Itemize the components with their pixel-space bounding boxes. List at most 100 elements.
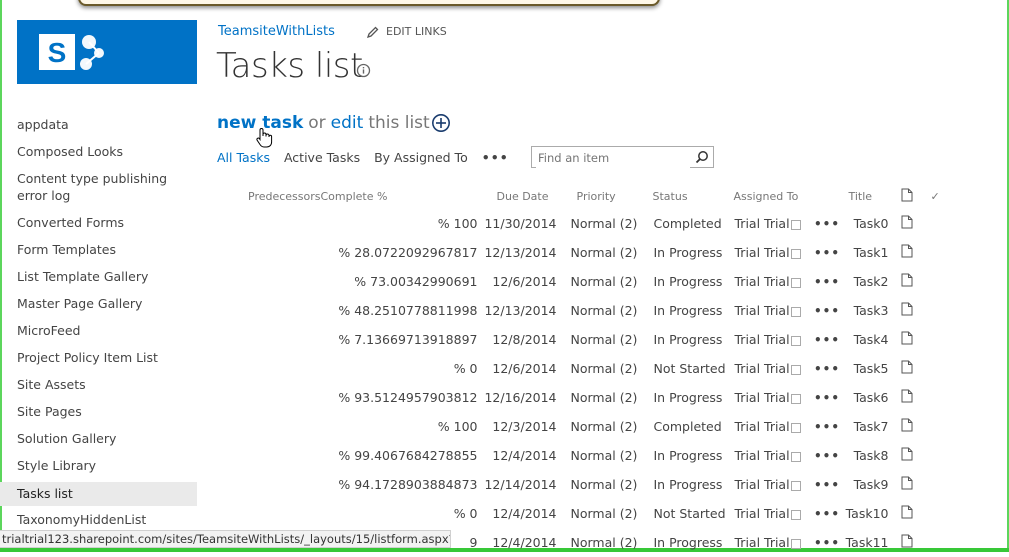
item-menu-button[interactable]: ••• [814, 246, 840, 260]
assigned-to-name[interactable]: Trial Trial [735, 419, 790, 434]
table-row[interactable]: % 99.4067684278855 12/4/2014 Normal (2) In … [218, 441, 956, 470]
assigned-to-name[interactable]: Trial Trial [735, 332, 790, 347]
add-circle-icon[interactable] [431, 113, 451, 133]
col-assigned-to[interactable]: Assigned To [728, 183, 812, 209]
sharepoint-logo[interactable]: S [17, 20, 197, 84]
col-priority[interactable]: Priority [567, 183, 647, 209]
assigned-to-cell[interactable]: Trial Trial [728, 325, 812, 354]
task-title-link[interactable]: Task4 [854, 332, 889, 347]
nav-item-microfeed[interactable]: MicroFeed [0, 320, 197, 347]
assigned-to-cell[interactable]: Trial Trial [728, 209, 812, 238]
row-select-cell[interactable] [931, 528, 956, 557]
table-row[interactable]: % 93.5124957903812 12/16/2014 Normal (2) In… [218, 383, 956, 412]
col-title[interactable]: Title [843, 183, 901, 209]
nav-item-appdata[interactable]: appdata [0, 114, 197, 141]
view-active-tasks[interactable]: Active Tasks [284, 150, 360, 165]
item-menu-button[interactable]: ••• [814, 275, 840, 289]
assigned-to-cell[interactable]: Trial Trial [728, 354, 812, 383]
item-menu-button[interactable]: ••• [814, 217, 840, 231]
task-title-link[interactable]: Task5 [854, 361, 889, 376]
task-title-link[interactable]: Task1 [854, 245, 889, 260]
col-status[interactable]: Status [647, 183, 728, 209]
view-all-tasks[interactable]: All Tasks [217, 150, 270, 165]
nav-item-tasks-list[interactable]: Tasks list [0, 482, 197, 506]
table-row[interactable]: % 0 12/6/2014 Normal (2) Not Started Trial T… [218, 354, 956, 383]
nav-item-site-assets[interactable]: Site Assets [0, 374, 197, 401]
assigned-to-name[interactable]: Trial Trial [735, 506, 790, 521]
assigned-to-cell[interactable]: Trial Trial [728, 441, 812, 470]
nav-item-composed-looks[interactable]: Composed Looks [0, 141, 197, 168]
item-menu-button[interactable]: ••• [814, 362, 840, 376]
task-title-link[interactable]: Task6 [854, 390, 889, 405]
assigned-to-cell[interactable]: Trial Trial [728, 499, 812, 528]
nav-item-style-library[interactable]: Style Library [0, 455, 197, 482]
table-row[interactable]: % 7.13669713918897 12/8/2014 Normal (2) In … [218, 325, 956, 354]
assigned-to-cell[interactable]: Trial Trial [728, 238, 812, 267]
assigned-to-cell[interactable]: Trial Trial [728, 267, 812, 296]
item-menu-button[interactable]: ••• [814, 536, 840, 550]
select-all-check[interactable]: ✓ [931, 183, 956, 209]
item-menu-button[interactable]: ••• [814, 304, 840, 318]
table-row[interactable]: % 100 12/3/2014 Normal (2) Completed Trial T… [218, 412, 956, 441]
nav-item-project-policy-item-list[interactable]: Project Policy Item List [0, 347, 197, 374]
row-select-cell[interactable] [931, 383, 956, 412]
table-row[interactable]: % 94.1728903884873 12/14/2014 Normal (2) In… [218, 470, 956, 499]
task-title-link[interactable]: Task10 [846, 506, 889, 521]
table-row[interactable]: % 100 11/30/2014 Normal (2) Completed Trial … [218, 209, 956, 238]
table-row[interactable]: % 73.00342990691 12/6/2014 Normal (2) In Pr… [218, 267, 956, 296]
assigned-to-cell[interactable]: Trial Trial [728, 528, 812, 557]
task-title-link[interactable]: Task2 [854, 274, 889, 289]
row-select-cell[interactable] [931, 441, 956, 470]
task-title-link[interactable]: Task3 [854, 303, 889, 318]
info-icon[interactable] [356, 63, 371, 78]
task-title-link[interactable]: Task0 [854, 216, 889, 231]
assigned-to-name[interactable]: Trial Trial [735, 477, 790, 492]
item-menu-button[interactable]: ••• [814, 420, 840, 434]
task-title-link[interactable]: Task7 [854, 419, 889, 434]
assigned-to-name[interactable]: Trial Trial [735, 535, 790, 550]
task-title-link[interactable]: Task11 [846, 535, 889, 550]
table-row[interactable]: % 28.0722092967817 12/13/2014 Normal (2) In… [218, 238, 956, 267]
row-select-cell[interactable] [931, 267, 956, 296]
col-predecessors[interactable]: Predecessors [218, 183, 321, 209]
item-menu-button[interactable]: ••• [814, 507, 840, 521]
col-doc-type[interactable] [901, 183, 931, 209]
table-row[interactable]: % 48.2510778811998 12/13/2014 Normal (2) In… [218, 296, 956, 325]
nav-item-form-templates[interactable]: Form Templates [0, 239, 197, 266]
row-select-cell[interactable] [931, 238, 956, 267]
search-input[interactable] [536, 148, 690, 168]
nav-item-list-template-gallery[interactable]: List Template Gallery [0, 266, 197, 293]
row-select-cell[interactable] [931, 209, 956, 238]
row-select-cell[interactable] [931, 499, 956, 528]
assigned-to-name[interactable]: Trial Trial [735, 245, 790, 260]
site-name-link[interactable]: TeamsiteWithLists [218, 24, 335, 39]
item-menu-button[interactable]: ••• [814, 391, 840, 405]
nav-item-solution-gallery[interactable]: Solution Gallery [0, 428, 197, 455]
assigned-to-name[interactable]: Trial Trial [735, 361, 790, 376]
task-title-link[interactable]: Task9 [854, 477, 889, 492]
task-title-link[interactable]: Task8 [854, 448, 889, 463]
assigned-to-name[interactable]: Trial Trial [735, 448, 790, 463]
assigned-to-name[interactable]: Trial Trial [735, 303, 790, 318]
edit-links-button[interactable]: EDIT LINKS [367, 25, 447, 38]
table-row[interactable]: % 0 12/4/2014 Normal (2) Not Started Trial T… [218, 499, 956, 528]
nav-item-master-page-gallery[interactable]: Master Page Gallery [0, 293, 197, 320]
search-icon[interactable] [695, 150, 709, 164]
row-select-cell[interactable] [931, 325, 956, 354]
assigned-to-name[interactable]: Trial Trial [735, 274, 790, 289]
assigned-to-cell[interactable]: Trial Trial [728, 470, 812, 499]
nav-item-content-type-publishing-error-log[interactable]: Content type publishing error log [0, 168, 197, 212]
views-more-button[interactable]: ••• [482, 150, 509, 165]
assigned-to-cell[interactable]: Trial Trial [728, 383, 812, 412]
row-select-cell[interactable] [931, 470, 956, 499]
row-select-cell[interactable] [931, 412, 956, 441]
nav-item-site-pages[interactable]: Site Pages [0, 401, 197, 428]
assigned-to-name[interactable]: Trial Trial [735, 216, 790, 231]
item-menu-button[interactable]: ••• [814, 478, 840, 492]
view-by-assigned-to[interactable]: By Assigned To [374, 150, 468, 165]
col-due-date[interactable]: Due Date [478, 183, 567, 209]
assigned-to-cell[interactable]: Trial Trial [728, 296, 812, 325]
row-select-cell[interactable] [931, 296, 956, 325]
row-select-cell[interactable] [931, 354, 956, 383]
nav-item-converted-forms[interactable]: Converted Forms [0, 212, 197, 239]
